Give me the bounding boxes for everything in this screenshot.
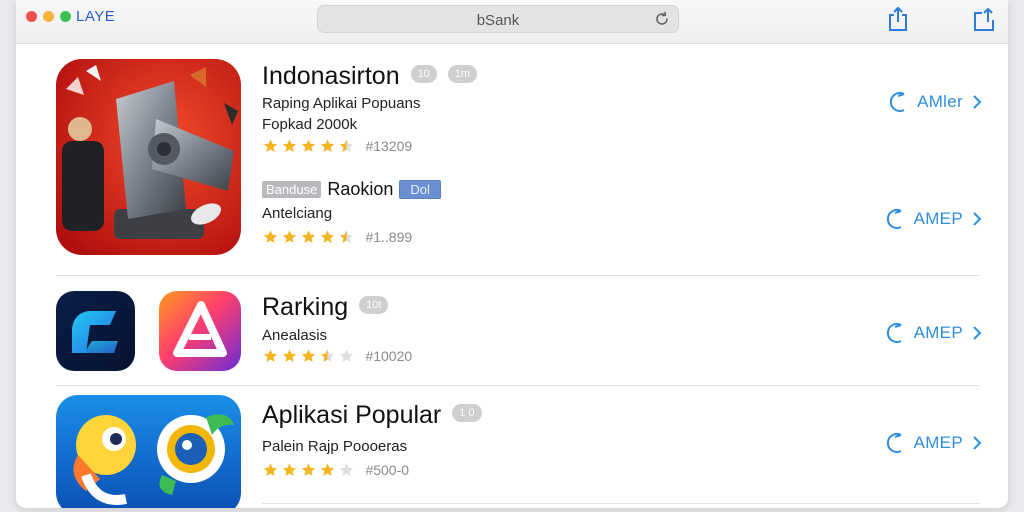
star-icon xyxy=(301,139,316,152)
get-button-label: AMEP xyxy=(913,209,963,228)
star-icon xyxy=(263,139,278,152)
get-button-label: AMEP xyxy=(913,433,963,452)
close-window-button[interactable] xyxy=(26,11,37,22)
app-subtitle: Anealasis xyxy=(262,327,328,344)
status-badge: Dol xyxy=(399,179,441,199)
spinner-arc-icon xyxy=(886,433,902,453)
star-icon xyxy=(339,139,354,152)
star-rating xyxy=(262,138,357,154)
star-icon xyxy=(301,349,316,362)
pill-badge: 10t xyxy=(359,296,389,315)
chevron-right-icon xyxy=(973,95,982,109)
star-icon xyxy=(263,349,278,362)
star-icon xyxy=(320,463,335,476)
rating-row: #13209 xyxy=(262,137,412,155)
spinner-arc-icon xyxy=(886,209,902,229)
app-name-2[interactable]: Raokion xyxy=(327,179,393,199)
rating-count: #1..899 xyxy=(365,228,413,245)
star-icon xyxy=(263,463,278,476)
star-rating xyxy=(262,462,357,478)
zoom-window-button[interactable] xyxy=(60,11,71,22)
rating-count: #13209 xyxy=(365,137,413,154)
category-badge: Banduse xyxy=(262,180,322,198)
app-subtitle-secondary: Fopkad 2000k xyxy=(262,116,358,133)
export-icon[interactable] xyxy=(972,6,996,32)
spinner-arc-icon xyxy=(890,92,905,112)
star-rating xyxy=(262,229,357,245)
get-button[interactable]: AMEP xyxy=(886,432,982,456)
row-divider xyxy=(262,503,980,504)
share-icon[interactable] xyxy=(886,6,910,32)
address-bar[interactable]: bSank xyxy=(317,5,679,33)
pill-badge: 10 xyxy=(410,65,437,84)
star-icon xyxy=(282,463,297,476)
star-icon xyxy=(320,230,335,243)
star-icon xyxy=(282,349,297,362)
chevron-right-icon xyxy=(973,326,982,340)
chevron-right-icon xyxy=(973,212,982,226)
app-title-3[interactable]: Rarking 10t xyxy=(262,293,389,322)
rating-row: #1..899 xyxy=(262,228,412,246)
featured-app-icon[interactable] xyxy=(56,59,241,255)
app-subtitle: Antelciang xyxy=(262,205,333,222)
get-button-label: AMEP xyxy=(913,323,963,342)
star-icon xyxy=(282,230,297,243)
app-title-2[interactable]: Banduse Raokion Dol xyxy=(262,174,441,203)
rating-count: #500-0 xyxy=(365,461,410,478)
app-icon-triangle[interactable] xyxy=(159,291,241,371)
app-store-window: LAYE bSank Indonasirton 10 1m Raping Apl… xyxy=(16,0,1008,508)
rating-row: #500-0 xyxy=(262,461,409,479)
get-button[interactable]: AMEP xyxy=(886,208,982,232)
app-list: Indonasirton 10 1m Raping Aplikai Popuan… xyxy=(16,45,1008,508)
star-icon xyxy=(301,230,316,243)
star-icon xyxy=(320,139,335,152)
title-bar: LAYE bSank xyxy=(16,0,1008,44)
star-icon xyxy=(301,463,316,476)
app-name-1[interactable]: Indonasirton xyxy=(262,62,400,90)
star-icon xyxy=(263,230,278,243)
star-icon xyxy=(339,349,354,362)
star-icon xyxy=(320,349,335,362)
star-icon xyxy=(339,463,354,476)
app-title-4[interactable]: Aplikasi Popular 1 0 xyxy=(262,401,482,430)
app-name-3[interactable]: Rarking xyxy=(262,293,348,321)
rating-row: #10020 xyxy=(262,347,412,365)
address-text: bSank xyxy=(476,12,520,29)
get-button[interactable]: AMEP xyxy=(886,322,982,346)
app-name-4[interactable]: Aplikasi Popular xyxy=(262,401,441,429)
app-icon-c[interactable] xyxy=(56,291,135,371)
app-title-1[interactable]: Indonasirton 10 1m xyxy=(262,62,478,91)
app-title: LAYE xyxy=(76,8,116,25)
chevron-right-icon xyxy=(973,436,982,450)
get-button-label: AMler xyxy=(917,92,963,111)
rating-count: #10020 xyxy=(365,347,413,364)
row-divider xyxy=(56,275,980,276)
spinner-arc-icon xyxy=(886,323,902,343)
app-subtitle: Palein Rajp Poooeras xyxy=(262,438,408,455)
pill-badge: 1m xyxy=(447,65,478,84)
pill-badge: 1 0 xyxy=(452,404,482,423)
reload-icon[interactable] xyxy=(654,11,670,27)
app-subtitle: Raping Aplikai Popuans xyxy=(262,95,421,112)
row-divider xyxy=(56,385,980,386)
star-rating xyxy=(262,348,357,364)
star-icon xyxy=(282,139,297,152)
star-icon xyxy=(339,230,354,243)
minimize-window-button[interactable] xyxy=(43,11,54,22)
get-button[interactable]: AMler xyxy=(890,91,982,115)
app-icon-bird[interactable] xyxy=(56,395,241,508)
